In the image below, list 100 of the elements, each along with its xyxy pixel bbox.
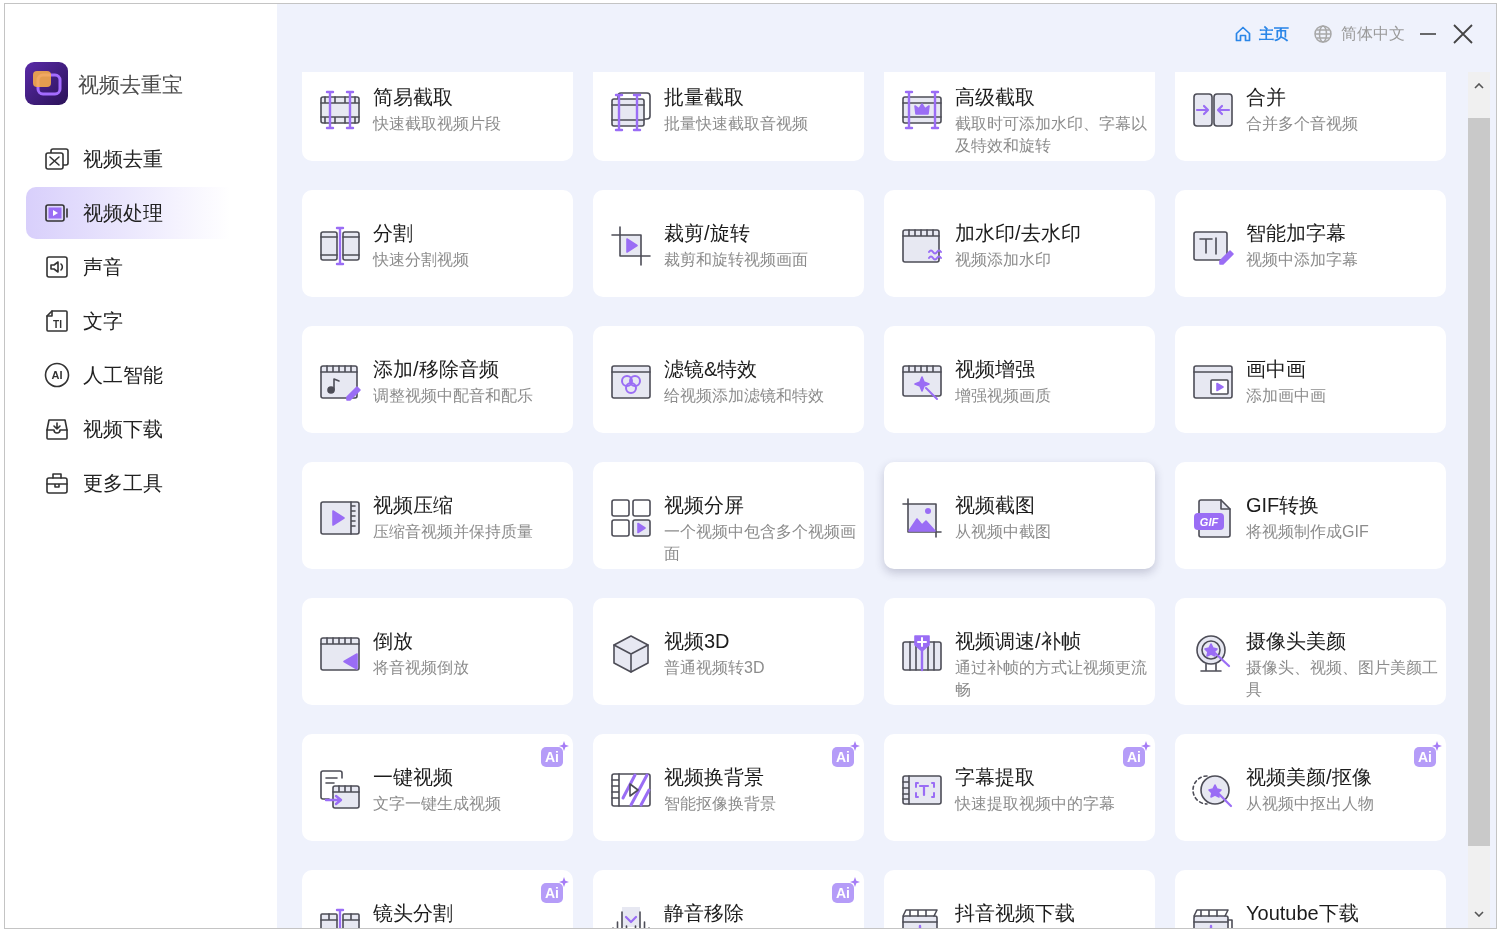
tool-card[interactable]: 智能加字幕 视频中添加字幕 — [1175, 190, 1446, 297]
tool-description: 增强视频画质 — [955, 386, 1052, 406]
tool-description: 截取时可添加水印、字幕以及特效和旋转 — [955, 114, 1148, 156]
tool-description: 智能抠像换背景 — [664, 794, 777, 814]
tool-card[interactable]: 合并 合并多个音视频 — [1175, 72, 1446, 161]
sparkle-icon — [850, 877, 860, 887]
tool-title: 视频分屏 — [664, 493, 745, 517]
tool-description: 给视频添加滤镜和特效 — [664, 386, 825, 406]
tool-card[interactable]: 画中画 添加画中画 — [1175, 326, 1446, 433]
sidebar-item[interactable]: 更多工具 — [26, 457, 230, 509]
sparkle-icon — [1141, 741, 1151, 751]
dedupe-icon — [44, 146, 70, 172]
tool-title: 画中画 — [1246, 357, 1307, 381]
tool-card[interactable]: 视频分屏 一个视频中包含多个视频画面 — [593, 462, 864, 569]
tool-card[interactable]: 倒放 将音视频倒放 — [302, 598, 573, 705]
crop-play-icon — [609, 224, 653, 268]
tool-card[interactable]: 分割 快速分割视频 — [302, 190, 573, 297]
tool-title: 视频3D — [664, 629, 731, 653]
tool-title: 分割 — [373, 221, 414, 245]
tool-card[interactable]: 视频换背景 智能抠像换背景 Ai — [593, 734, 864, 841]
tool-card[interactable]: 简易截取 快速截取视频片段 — [302, 72, 573, 161]
tool-description: 从视频中截图 — [955, 522, 1052, 542]
tool-title: 批量截取 — [664, 85, 745, 109]
tool-title: 一键视频 — [373, 765, 454, 789]
tool-card[interactable]: 添加/移除音频 调整视频中配音和配乐 — [302, 326, 573, 433]
tool-title: 添加/移除音频 — [373, 357, 500, 381]
sidebar-item[interactable]: 声音 — [26, 241, 230, 293]
tool-description: 合并多个音视频 — [1246, 114, 1359, 134]
tool-description: 批量快速截取音视频 — [664, 114, 809, 134]
tool-title: 视频增强 — [955, 357, 1036, 381]
tool-card[interactable]: 视频3D 普通视频转3D — [593, 598, 864, 705]
tool-title: 视频调速/补帧 — [955, 629, 1082, 653]
tool-description: 文字一键生成视频 — [373, 794, 502, 814]
sidebar-item[interactable]: AI 人工智能 — [26, 349, 230, 401]
tool-card[interactable]: 裁剪/旋转 裁剪和旋转视频画面 — [593, 190, 864, 297]
tool-card[interactable]: 视频增强 增强视频画质 — [884, 326, 1155, 433]
tool-card[interactable]: 视频调速/补帧 通过补帧的方式让视频更流畅 — [884, 598, 1155, 705]
tool-card[interactable]: 一键视频 文字一键生成视频 Ai — [302, 734, 573, 841]
tool-title: 抖音视频下载 — [955, 901, 1076, 925]
sparkle-icon — [559, 741, 569, 751]
ai-badge: Ai — [1123, 747, 1145, 767]
tool-description: 视频添加水印 — [955, 250, 1052, 270]
tool-title: 镜头分割 — [373, 901, 454, 925]
text-to-video-icon — [318, 768, 362, 812]
tool-description: 通过补帧的方式让视频更流畅 — [955, 658, 1148, 700]
tool-card[interactable]: Youtube下载 — [1175, 870, 1446, 928]
tool-title: 裁剪/旋转 — [664, 221, 751, 245]
tool-description: 视频中添加字幕 — [1246, 250, 1359, 270]
tool-title: Youtube下载 — [1246, 901, 1360, 925]
tool-description: 添加画中画 — [1246, 386, 1327, 406]
tool-card[interactable]: 滤镜&特效 给视频添加滤镜和特效 — [593, 326, 864, 433]
tool-title: 视频换背景 — [664, 765, 765, 789]
tool-description: 一个视频中包含多个视频画面 — [664, 522, 857, 564]
tool-title: GIF转换 — [1246, 493, 1321, 517]
split-screen-icon — [609, 496, 653, 540]
download-tray-icon — [44, 416, 70, 442]
tool-title: 静音移除 — [664, 901, 745, 925]
tool-title: 高级截取 — [955, 85, 1036, 109]
tool-card[interactable]: 视频压缩 压缩音视频并保持质量 — [302, 462, 573, 569]
ai-badge: Ai — [1414, 747, 1436, 767]
tool-title: 合并 — [1246, 85, 1287, 109]
speaker-icon — [44, 254, 70, 280]
tool-card[interactable]: 字幕提取 快速提取视频中的字幕 Ai — [884, 734, 1155, 841]
sparkle-icon — [1432, 741, 1442, 751]
ai-badge: Ai — [832, 883, 854, 903]
app-logo-icon — [25, 62, 68, 105]
tool-title: 视频截图 — [955, 493, 1036, 517]
tool-card[interactable]: 批量截取 批量快速截取音视频 — [593, 72, 864, 161]
sidebar-item[interactable]: TI 文字 — [26, 295, 230, 347]
tool-card[interactable]: 加水印/去水印 视频添加水印 — [884, 190, 1155, 297]
scroll-up-icon[interactable] — [1474, 83, 1484, 89]
tool-card[interactable]: 抖音视频下载 — [884, 870, 1155, 928]
home-icon — [1235, 26, 1251, 42]
tool-title: 加水印/去水印 — [955, 221, 1082, 245]
ai-badge: Ai — [541, 883, 563, 903]
tool-description: 从视频中抠出人物 — [1246, 794, 1375, 814]
tool-card[interactable]: GIF GIF转换 将视频制作成GIF — [1175, 462, 1446, 569]
tool-description: 摄像头、视频、图片美颜工具 — [1246, 658, 1439, 700]
sparkle-icon — [850, 741, 860, 751]
film-strip-icon — [318, 88, 362, 132]
tool-title: 视频压缩 — [373, 493, 454, 517]
tool-card[interactable]: 高级截取 截取时可添加水印、字幕以及特效和旋转 — [884, 72, 1155, 161]
sidebar-item[interactable]: 视频去重 — [26, 133, 230, 185]
ai-badge: Ai — [832, 747, 854, 767]
sidebar-item[interactable]: 视频下载 — [26, 403, 230, 455]
ai-circle-icon: AI — [44, 362, 70, 388]
tool-card[interactable]: 静音移除 Ai — [593, 870, 864, 928]
tool-card[interactable]: 镜头分割 Ai — [302, 870, 573, 928]
tool-card[interactable]: 视频美颜/抠像 从视频中抠出人物 Ai — [1175, 734, 1446, 841]
tool-description: 快速提取视频中的字幕 — [955, 794, 1116, 814]
tool-card[interactable]: 视频截图 从视频中截图 — [884, 462, 1155, 569]
tool-title: 倒放 — [373, 629, 414, 653]
tool-description: 快速截取视频片段 — [373, 114, 502, 134]
tool-description: 普通视频转3D — [664, 658, 766, 678]
tool-description: 裁剪和旋转视频画面 — [664, 250, 809, 270]
tool-card[interactable]: 摄像头美颜 摄像头、视频、图片美颜工具 — [1175, 598, 1446, 705]
close-icon[interactable] — [1453, 24, 1473, 44]
tool-description: 快速分割视频 — [373, 250, 470, 270]
scroll-down-icon[interactable] — [1474, 911, 1484, 917]
tool-title: 字幕提取 — [955, 765, 1036, 789]
